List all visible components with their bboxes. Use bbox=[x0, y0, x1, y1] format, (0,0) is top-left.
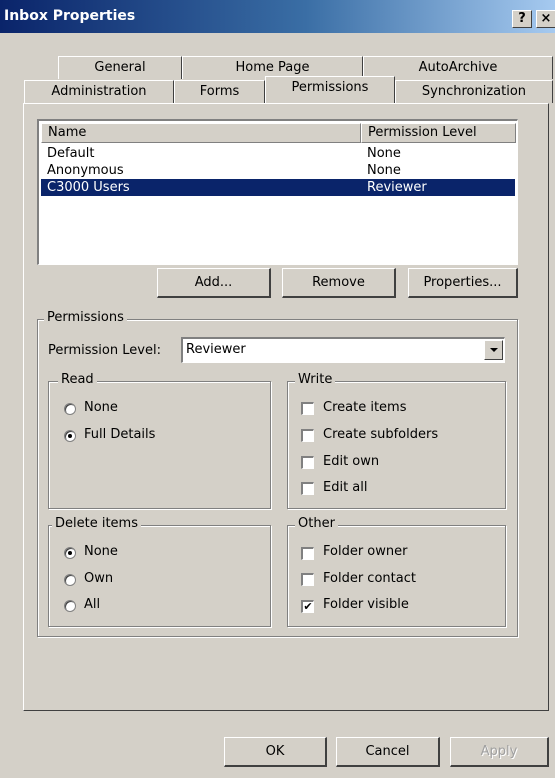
folder-contact-checkbox[interactable] bbox=[301, 573, 314, 586]
delete-none-radio[interactable] bbox=[64, 547, 76, 559]
list-item-level: Reviewer bbox=[367, 180, 427, 195]
folder-contact-label[interactable]: Folder contact bbox=[323, 571, 416, 586]
read-group bbox=[48, 381, 271, 509]
add-button[interactable]: Add... bbox=[157, 268, 271, 298]
list-item-level: None bbox=[367, 146, 401, 161]
list-item-name: C3000 Users bbox=[47, 180, 130, 195]
permission-level-label: Permission Level: bbox=[48, 343, 161, 358]
apply-button[interactable]: Apply bbox=[450, 737, 549, 767]
read-full-details-label[interactable]: Full Details bbox=[84, 427, 155, 442]
delete-own-label[interactable]: Own bbox=[84, 571, 113, 586]
read-none-radio[interactable] bbox=[64, 403, 76, 415]
delete-items-group-label: Delete items bbox=[52, 516, 141, 531]
read-none-label[interactable]: None bbox=[84, 400, 118, 415]
edit-all-label[interactable]: Edit all bbox=[323, 480, 368, 495]
folder-visible-label[interactable]: Folder visible bbox=[323, 597, 409, 612]
tab-general[interactable]: General bbox=[58, 56, 182, 79]
list-item-name: Anonymous bbox=[47, 163, 124, 178]
folder-owner-label[interactable]: Folder owner bbox=[323, 544, 407, 559]
window-title: Inbox Properties bbox=[4, 8, 136, 24]
cancel-button[interactable]: Cancel bbox=[336, 737, 440, 767]
folder-visible-checkbox[interactable]: ✔ bbox=[301, 600, 314, 613]
create-subfolders-label[interactable]: Create subfolders bbox=[323, 427, 438, 442]
permission-list[interactable]: Name Permission Level Default None Anony… bbox=[37, 119, 518, 265]
edit-own-label[interactable]: Edit own bbox=[323, 454, 379, 469]
column-header-permission-level[interactable]: Permission Level bbox=[361, 123, 516, 143]
chevron-down-icon[interactable] bbox=[484, 340, 503, 360]
list-item[interactable]: Anonymous None bbox=[41, 162, 515, 179]
list-item[interactable]: Default None bbox=[41, 145, 515, 162]
permissions-group-label: Permissions bbox=[44, 310, 127, 325]
permission-level-value: Reviewer bbox=[186, 342, 246, 357]
list-item-level: None bbox=[367, 163, 401, 178]
delete-own-radio[interactable] bbox=[64, 574, 76, 586]
close-button[interactable]: × bbox=[536, 10, 555, 28]
delete-all-label[interactable]: All bbox=[84, 597, 100, 612]
remove-button[interactable]: Remove bbox=[282, 268, 396, 298]
column-header-name[interactable]: Name bbox=[41, 123, 361, 143]
tab-administration[interactable]: Administration bbox=[24, 80, 174, 103]
tab-forms[interactable]: Forms bbox=[174, 80, 265, 103]
properties-button[interactable]: Properties... bbox=[408, 268, 518, 298]
list-item-name: Default bbox=[47, 146, 95, 161]
delete-all-radio[interactable] bbox=[64, 600, 76, 612]
delete-items-group bbox=[48, 525, 271, 627]
edit-own-checkbox[interactable] bbox=[301, 456, 314, 469]
title-bar: Inbox Properties ? × bbox=[0, 0, 555, 33]
tab-synchronization[interactable]: Synchronization bbox=[395, 80, 553, 103]
ok-button[interactable]: OK bbox=[224, 737, 327, 767]
read-group-label: Read bbox=[58, 372, 97, 387]
folder-owner-checkbox[interactable] bbox=[301, 547, 314, 560]
read-full-details-radio[interactable] bbox=[64, 430, 76, 442]
create-items-checkbox[interactable] bbox=[301, 402, 314, 415]
create-items-label[interactable]: Create items bbox=[323, 400, 406, 415]
list-item-selected[interactable]: C3000 Users Reviewer bbox=[41, 179, 515, 196]
create-subfolders-checkbox[interactable] bbox=[301, 429, 314, 442]
tab-permissions[interactable]: Permissions bbox=[265, 76, 395, 103]
other-group-label: Other bbox=[295, 516, 338, 531]
help-button[interactable]: ? bbox=[512, 10, 532, 28]
edit-all-checkbox[interactable] bbox=[301, 482, 314, 495]
delete-none-label[interactable]: None bbox=[84, 544, 118, 559]
permission-level-select[interactable]: Reviewer bbox=[181, 337, 505, 363]
write-group-label: Write bbox=[295, 372, 336, 387]
